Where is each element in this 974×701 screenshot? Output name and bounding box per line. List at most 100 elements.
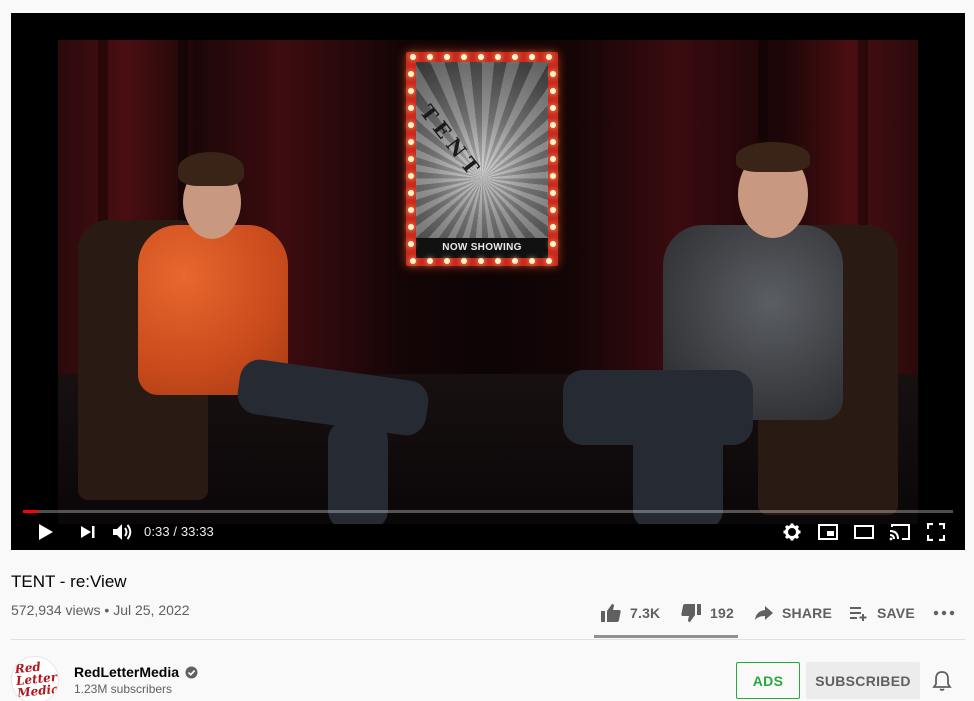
marquee-bulb: [550, 173, 556, 179]
miniplayer-icon: [818, 524, 838, 540]
thumbs-down-icon: [681, 604, 701, 622]
left-host-legs: [328, 420, 388, 524]
marquee-bulb: [408, 88, 414, 94]
video-frame[interactable]: TENT NOW SHOWING: [58, 40, 918, 524]
section-divider: [11, 639, 965, 640]
marquee-bulb: [410, 258, 416, 264]
verified-check-icon: [185, 666, 198, 678]
marquee-bulb: [512, 54, 518, 60]
marquee-bulb: [408, 105, 414, 111]
like-count: 7.3K: [630, 605, 661, 621]
marquee-bulb: [408, 173, 414, 179]
subscriber-count: 1.23M subscribers: [74, 682, 173, 696]
marquee-bulb: [408, 139, 414, 145]
marquee-bulb: [495, 54, 501, 60]
upload-date: Jul 25, 2022: [113, 602, 190, 618]
share-button[interactable]: SHARE: [754, 600, 832, 626]
theater-mode-icon: [854, 525, 874, 539]
movie-poster: TENT NOW SHOWING: [406, 52, 558, 266]
marquee-bulb: [461, 54, 467, 60]
time-separator: /: [169, 524, 181, 539]
play-button[interactable]: [35, 518, 57, 546]
gear-icon: [783, 523, 801, 541]
right-host-legs: [633, 420, 723, 524]
video-player[interactable]: TENT NOW SHOWING 0:33 / 33:33: [11, 13, 965, 550]
marquee-bulb: [546, 258, 552, 264]
marquee-bulb: [408, 71, 414, 77]
settings-button[interactable]: [781, 518, 803, 546]
notification-bell-button[interactable]: [932, 670, 952, 697]
marquee-bulb: [408, 241, 414, 247]
left-host-hair: [178, 152, 244, 186]
dislike-button[interactable]: 192: [680, 600, 734, 626]
skip-next-icon: [81, 526, 95, 538]
marquee-bulb: [478, 258, 484, 264]
ads-button[interactable]: ADS: [736, 662, 800, 699]
marquee-bulb: [408, 224, 414, 230]
player-controls: 0:33 / 33:33: [11, 518, 965, 548]
marquee-bulb: [550, 71, 556, 77]
marquee-bulb: [461, 258, 467, 264]
marquee-bulb: [444, 54, 450, 60]
marquee-bulb: [408, 156, 414, 162]
right-host-hair: [736, 142, 810, 172]
bell-icon: [932, 671, 952, 691]
marquee-bulb: [444, 258, 450, 264]
marquee-bulb: [410, 54, 416, 60]
marquee-bulb: [550, 224, 556, 230]
marquee-bulb: [550, 139, 556, 145]
marquee-bulb: [529, 258, 535, 264]
marquee-bulb: [546, 54, 552, 60]
marquee-bulb: [427, 258, 433, 264]
time-current: 0:33: [144, 524, 170, 539]
marquee-bulb: [495, 258, 501, 264]
volume-icon: [113, 524, 132, 540]
save-button[interactable]: SAVE: [849, 600, 915, 626]
marquee-bulb: [529, 54, 535, 60]
thumbs-up-icon: [601, 604, 621, 622]
channel-name-link[interactable]: RedLetterMedia: [74, 664, 198, 680]
video-meta: 572,934 views • Jul 25, 2022: [11, 602, 190, 618]
marquee-bulb: [408, 122, 414, 128]
progress-played: [23, 510, 38, 513]
progress-bar[interactable]: [23, 510, 953, 513]
marquee-bulb: [550, 88, 556, 94]
marquee-bulb: [550, 122, 556, 128]
fullscreen-button[interactable]: [925, 518, 947, 546]
more-actions-button[interactable]: [933, 600, 955, 626]
channel-name: RedLetterMedia: [74, 664, 180, 680]
channel-avatar[interactable]: Red Letter Media: [11, 656, 59, 701]
share-icon: [755, 606, 773, 620]
marquee-bulb: [408, 190, 414, 196]
dislike-count: 192: [710, 605, 734, 621]
video-title: TENT - re:View: [11, 572, 127, 591]
subscribed-button[interactable]: SUBSCRIBED: [806, 662, 920, 699]
like-ratio-fill: [594, 635, 735, 638]
playlist-add-icon: [850, 607, 867, 621]
meta-separator: •: [100, 602, 114, 618]
fullscreen-icon: [927, 523, 945, 541]
avatar-logo-text: Red Letter Media: [14, 659, 59, 701]
theater-mode-button[interactable]: [852, 518, 876, 546]
more-horizontal-icon: [933, 610, 955, 616]
like-dislike-ratio-bar: [594, 635, 738, 638]
poster-now-showing: NOW SHOWING: [416, 238, 548, 258]
next-button[interactable]: [77, 518, 99, 546]
time-display: 0:33 / 33:33: [144, 524, 214, 539]
marquee-bulb: [408, 207, 414, 213]
marquee-bulb: [427, 54, 433, 60]
miniplayer-button[interactable]: [816, 518, 840, 546]
marquee-bulb: [550, 105, 556, 111]
marquee-bulb: [550, 156, 556, 162]
marquee-bulb: [550, 190, 556, 196]
cast-icon: [889, 524, 910, 541]
cast-button[interactable]: [888, 518, 912, 546]
share-label: SHARE: [782, 605, 833, 621]
marquee-bulb: [512, 258, 518, 264]
volume-button[interactable]: [110, 518, 136, 546]
play-icon: [39, 524, 53, 540]
marquee-bulb: [478, 54, 484, 60]
marquee-bulb: [550, 241, 556, 247]
marquee-bulb: [550, 207, 556, 213]
like-button[interactable]: 7.3K: [600, 600, 660, 626]
